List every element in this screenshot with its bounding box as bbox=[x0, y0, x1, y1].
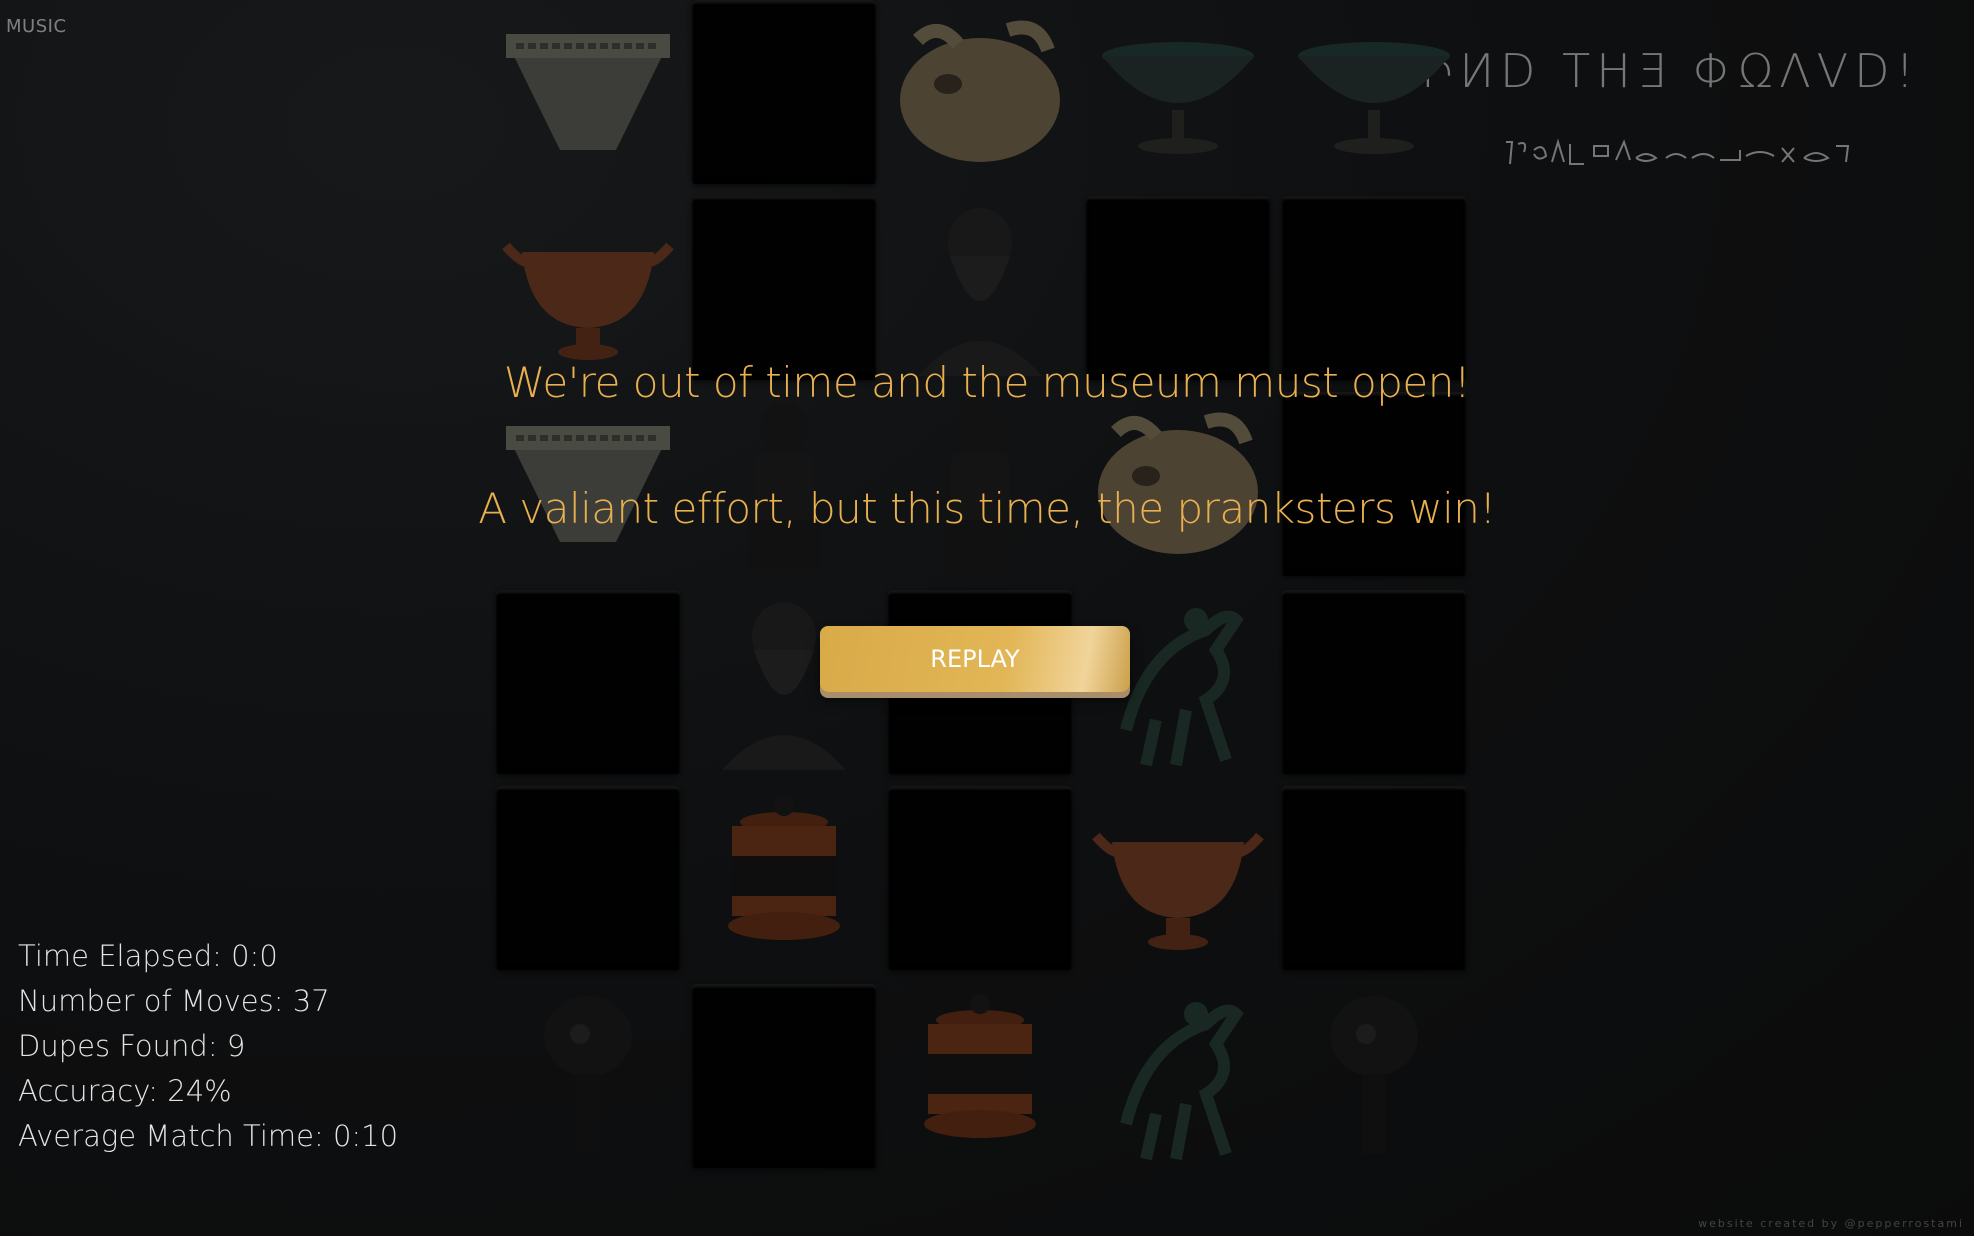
time-elapsed: Time Elapsed: 0:0 bbox=[18, 939, 278, 973]
game-over-message: We're out of time and the museum must op… bbox=[503, 358, 1471, 407]
game-over-subtitle: A valiant effort, but this time, the pra… bbox=[478, 484, 1496, 533]
number-of-moves: Number of Moves: 37 bbox=[18, 984, 330, 1018]
average-match-time: Average Match Time: 0:10 bbox=[18, 1119, 399, 1153]
stats-panel: Time Elapsed: 0:0 Number of Moves: 37 Du… bbox=[18, 934, 398, 1159]
accuracy: Accuracy: 24% bbox=[18, 1074, 232, 1108]
replay-button[interactable]: REPLAY bbox=[820, 626, 1130, 692]
dupes-found: Dupes Found: 9 bbox=[18, 1029, 246, 1063]
site-credit: website created by @pepperrostami bbox=[1698, 1217, 1964, 1230]
